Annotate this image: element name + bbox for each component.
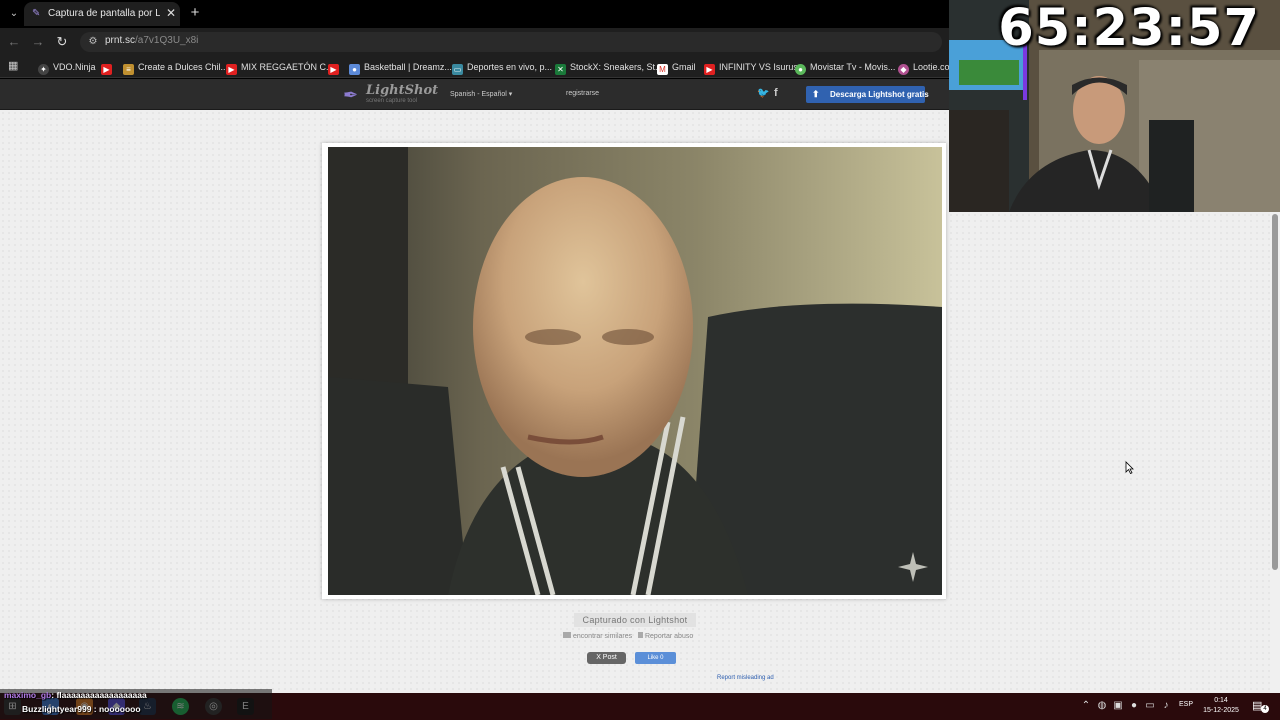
bookmark-item[interactable]: ≡ Create a Dulces Chil... <box>123 59 228 75</box>
document-icon: ≡ <box>123 64 134 75</box>
url-field[interactable]: ⚙ prnt.sc/a7v1Q3U_x8i <box>80 32 942 52</box>
bookmark-item[interactable]: ✕ StockX: Sneakers, St... <box>555 59 663 75</box>
register-link[interactable]: registrarse <box>566 90 599 97</box>
flag-icon <box>637 632 643 638</box>
app-tray-icon[interactable]: ▣ <box>1112 700 1124 712</box>
browser-tab[interactable]: ✎ Captura de pantalla por Lightshot ✕ <box>24 2 180 26</box>
youtube-icon: ▶ <box>101 64 112 75</box>
x-post-button[interactable]: X Post <box>587 652 626 664</box>
bookmark-item[interactable]: ▶ INFINITY VS Isurus <box>704 59 798 75</box>
system-clock[interactable]: 0:14 15-12-2025 <box>1200 696 1242 716</box>
image-links: encontrar similares Reportar abuso <box>563 632 693 644</box>
back-icon[interactable]: ← <box>6 34 22 50</box>
clock-date: 15-12-2025 <box>1203 707 1239 714</box>
bookmark-item[interactable]: ▶ MIX REGGAETÓN C... <box>226 59 334 75</box>
screenshot-image[interactable] <box>328 147 942 595</box>
download-icon: ⬆ <box>812 89 820 99</box>
facebook-icon[interactable]: f <box>774 87 784 99</box>
clock-time: 0:14 <box>1214 697 1228 704</box>
address-bar: ← → ↻ ⚙ prnt.sc/a7v1Q3U_x8i <box>0 28 950 56</box>
image-icon <box>563 632 571 638</box>
bookmark-item[interactable]: ▶ <box>328 59 343 75</box>
language-indicator[interactable]: ESP <box>1179 701 1193 708</box>
youtube-icon: ▶ <box>226 64 237 75</box>
download-button[interactable]: ⬆ Descarga Lightshot gratis <box>806 86 929 103</box>
tv-icon: ▭ <box>452 64 463 75</box>
mouse-cursor-icon <box>1125 461 1134 474</box>
close-tab-icon[interactable]: ✕ <box>164 6 178 20</box>
chat-message: Buzzlightyear999 : nooooooo <box>22 704 141 714</box>
feather-icon: ✒ <box>343 85 359 105</box>
stockx-icon: ✕ <box>555 64 566 75</box>
vdo-ninja-icon: ✦ <box>38 64 49 75</box>
microphone-icon[interactable]: ● <box>1128 700 1140 712</box>
lootie-icon: ◆ <box>898 64 909 75</box>
twitter-icon[interactable]: 🐦 <box>757 88 769 100</box>
chat-message: maximo_gb: flaaaaaaaaaaaaaaaaaa <box>4 690 147 700</box>
notification-count: 4 <box>1261 705 1269 713</box>
new-tab-button[interactable]: + <box>187 5 203 21</box>
report-ad-link[interactable]: Report misleading ad <box>717 675 774 681</box>
lightshot-favicon-icon: ✎ <box>32 8 41 19</box>
report-abuse-link[interactable]: Reportar abuso <box>637 632 693 640</box>
basketball-icon: ● <box>349 64 360 75</box>
volume-icon[interactable]: ♪ <box>1160 700 1172 712</box>
lightshot-tagline: screen capture tool <box>366 98 418 104</box>
bookmark-item[interactable]: M Gmail <box>657 59 696 75</box>
youtube-icon: ▶ <box>704 64 715 75</box>
lightshot-header: ✒ LightShot screen capture tool Spanish … <box>0 79 950 110</box>
stream-chat-overlay: maximo_gb: flaaaaaaaaaaaaaaaaaa Buzzligh… <box>0 689 272 719</box>
tab-search-icon[interactable]: ⌄ <box>6 6 22 22</box>
screen: ⌄ ✎ Captura de pantalla por Lightshot ✕ … <box>0 0 1280 720</box>
tray-chevron-up-icon[interactable]: ⌃ <box>1080 700 1092 712</box>
url-text: prnt.sc/a7v1Q3U_x8i <box>105 35 199 46</box>
reload-icon[interactable]: ↻ <box>54 34 70 50</box>
facebook-like-button[interactable]: Like 0 <box>635 652 676 664</box>
find-similar-link[interactable]: encontrar similares <box>563 632 632 640</box>
captured-with-label[interactable]: Capturado con Lightshot <box>574 613 696 627</box>
site-info-icon[interactable]: ⚙ <box>86 35 100 49</box>
lightshot-brand: LightShot <box>366 83 439 98</box>
tab-title: Captura de pantalla por Lightshot <box>48 8 160 19</box>
bookmarks-bar: ▦ ✦ VDO.Ninja ▶ ≡ Create a Dulces Chil... … <box>0 56 957 78</box>
apps-grid-icon[interactable]: ▦ <box>8 60 20 72</box>
bookmark-item[interactable]: ● Movistar Tv - Movis... <box>795 59 895 75</box>
movistar-icon: ● <box>795 64 806 75</box>
gmail-icon: M <box>657 64 668 75</box>
bookmark-item[interactable]: ● Basketball | Dreamz... <box>349 59 452 75</box>
language-selector[interactable]: Spanish - Español ▾ <box>450 90 512 98</box>
discord-icon[interactable]: ◍ <box>1096 700 1108 712</box>
bookmark-item[interactable]: ▶ <box>101 59 116 75</box>
notification-icon[interactable]: ▤ 4 <box>1252 699 1269 713</box>
bookmark-item[interactable]: ✦ VDO.Ninja <box>38 59 96 75</box>
scrollbar-thumb[interactable] <box>1272 214 1278 570</box>
network-icon[interactable]: ▭ <box>1144 700 1156 712</box>
bookmark-item[interactable]: ▭ Deportes en vivo, p... <box>452 59 552 75</box>
youtube-icon: ▶ <box>328 64 339 75</box>
forward-icon[interactable]: → <box>30 34 46 50</box>
stream-timer: 65:23:57 <box>998 0 1260 58</box>
page-scrollbar[interactable]: ▲ <box>1270 207 1280 693</box>
screenshot-frame <box>322 143 946 599</box>
